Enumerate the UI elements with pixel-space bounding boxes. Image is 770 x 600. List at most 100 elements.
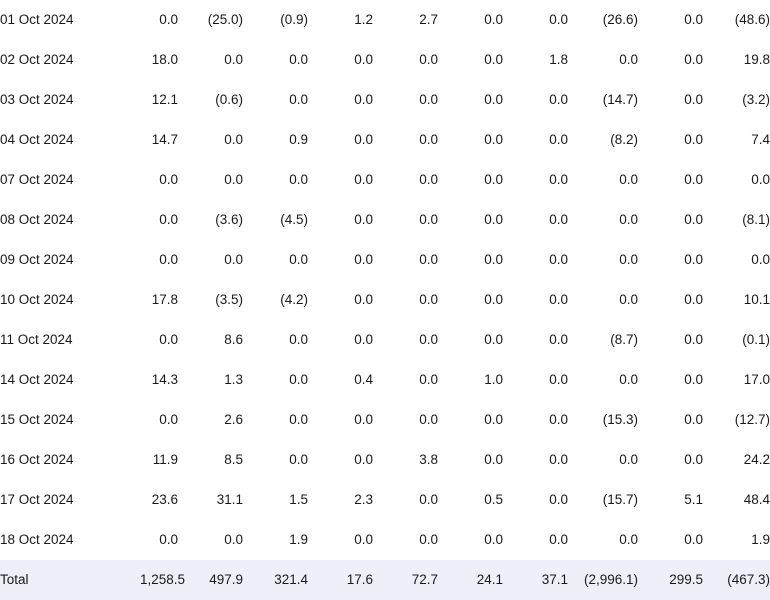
row-date-label: 08 Oct 2024 <box>0 212 74 227</box>
cell-value-col-6: 1.0 <box>484 372 503 387</box>
total-value-col-10: (467.3) <box>727 572 770 587</box>
table-body: 01 Oct 2024 0.0 (25.0) (0.9) 1.2 2.7 0.0 0.0 (26… <box>0 0 770 600</box>
cell-value-col-10: 17.0 <box>743 372 770 387</box>
cell-value-col-1: 0.0 <box>159 12 178 27</box>
cell-value-col-4: 0.0 <box>354 92 373 107</box>
cell-value-col-2: (3.5) <box>215 292 243 307</box>
cell-value-col-6: 0.0 <box>484 52 503 67</box>
cell-value-col-7: 0.0 <box>549 452 568 467</box>
cell-value-col-1: 0.0 <box>159 532 178 547</box>
cell-value-col-4: 0.0 <box>354 172 373 187</box>
cell-value-col-3: 1.9 <box>289 532 308 547</box>
cell-value-col-8: 0.0 <box>619 292 638 307</box>
cell-value-col-2: 1.3 <box>224 372 243 387</box>
cell-value-col-10: (0.1) <box>742 332 770 347</box>
cell-value-col-3: 0.0 <box>289 452 308 467</box>
cell-value-col-5: 0.0 <box>419 52 438 67</box>
cell-value-col-5: 0.0 <box>419 212 438 227</box>
cell-value-col-5: 0.0 <box>419 492 438 507</box>
cell-value-col-9: 0.0 <box>684 412 703 427</box>
total-label: Total <box>0 572 29 587</box>
cell-value-col-4: 0.0 <box>354 532 373 547</box>
cell-value-col-6: 0.0 <box>484 92 503 107</box>
cell-value-col-2: 2.6 <box>224 412 243 427</box>
cell-value-col-8: 0.0 <box>619 532 638 547</box>
cell-value-col-9: 0.0 <box>684 372 703 387</box>
cell-value-col-2: 0.0 <box>224 132 243 147</box>
row-date-label: 02 Oct 2024 <box>0 52 74 67</box>
cell-value-col-8: 0.0 <box>619 372 638 387</box>
cell-value-col-10: 24.2 <box>743 452 770 467</box>
row-date-label: 03 Oct 2024 <box>0 92 74 107</box>
cell-value-col-1: 11.9 <box>152 452 178 467</box>
cell-value-col-1: 0.0 <box>159 172 178 187</box>
cell-value-col-6: 0.0 <box>484 172 503 187</box>
row-date-label: 01 Oct 2024 <box>0 12 74 27</box>
total-value-col-7: 37.1 <box>541 572 568 587</box>
cell-value-col-2: (0.6) <box>215 92 243 107</box>
total-value-col-9: 299.5 <box>669 572 703 587</box>
cell-value-col-3: 0.0 <box>289 92 308 107</box>
cell-value-col-9: 0.0 <box>684 12 703 27</box>
cell-value-col-7: 0.0 <box>549 132 568 147</box>
table-row: 03 Oct 2024 12.1 (0.6) 0.0 0.0 0.0 0.0 0.0 (14.7… <box>0 80 770 120</box>
row-date-label: 11 Oct 2024 <box>0 332 73 347</box>
cell-value-col-5: 0.0 <box>419 292 438 307</box>
cell-value-col-5: 0.0 <box>419 172 438 187</box>
row-date-label: 07 Oct 2024 <box>0 172 74 187</box>
cell-value-col-7: 1.8 <box>549 52 568 67</box>
cell-value-col-3: 0.0 <box>289 252 308 267</box>
cell-value-col-3: 1.5 <box>289 492 308 507</box>
row-date-label: 16 Oct 2024 <box>0 452 74 467</box>
table-row: 04 Oct 2024 14.7 0.0 0.9 0.0 0.0 0.0 0.0 (8.2) 0.… <box>0 120 770 160</box>
cell-value-col-10: 1.9 <box>751 532 770 547</box>
cell-value-col-1: 23.6 <box>151 492 178 507</box>
table-row: 16 Oct 2024 11.9 8.5 0.0 0.0 3.8 0.0 0.0 0.0 0.0 2… <box>0 440 770 480</box>
cell-value-col-7: 0.0 <box>549 252 568 267</box>
total-value-col-3: 321.4 <box>274 572 308 587</box>
cell-value-col-4: 0.4 <box>354 372 373 387</box>
total-value-col-5: 72.7 <box>411 572 438 587</box>
cell-value-col-1: 18.0 <box>151 52 178 67</box>
cell-value-col-6: 0.5 <box>484 492 503 507</box>
cell-value-col-9: 0.0 <box>684 172 703 187</box>
cell-value-col-3: 0.0 <box>289 372 308 387</box>
cell-value-col-1: 0.0 <box>159 332 178 347</box>
cell-value-col-9: 0.0 <box>684 52 703 67</box>
table-row: 15 Oct 2024 0.0 2.6 0.0 0.0 0.0 0.0 0.0 (15.3) 0.… <box>0 400 770 440</box>
cell-value-col-1: 0.0 <box>159 212 178 227</box>
cell-value-col-7: 0.0 <box>549 492 568 507</box>
cell-value-col-9: 5.1 <box>684 492 703 507</box>
total-value-col-1: 1,258.5 <box>140 572 186 587</box>
total-value-col-8: (2,996.1) <box>583 572 638 587</box>
cell-value-col-8: 0.0 <box>619 212 638 227</box>
cell-value-col-9: 0.0 <box>684 292 703 307</box>
cell-value-col-2: (3.6) <box>215 212 243 227</box>
cell-value-col-6: 0.0 <box>484 132 503 147</box>
cell-value-col-8: (8.2) <box>610 132 638 147</box>
cell-value-col-6: 0.0 <box>484 12 503 27</box>
cell-value-col-8: (15.7) <box>602 492 638 507</box>
cell-value-col-8: (8.7) <box>610 332 638 347</box>
cell-value-col-3: (0.9) <box>280 12 308 27</box>
cell-value-col-4: 0.0 <box>354 412 373 427</box>
cell-value-col-4: 0.0 <box>354 132 373 147</box>
cell-value-col-5: 0.0 <box>419 92 438 107</box>
table-row: 11 Oct 2024 0.0 8.6 0.0 0.0 0.0 0.0 0.0 (8.7) 0.0… <box>0 320 770 360</box>
cell-value-col-9: 0.0 <box>684 532 703 547</box>
table-row: 09 Oct 2024 0.0 0.0 0.0 0.0 0.0 0.0 0.0 0.0 0.0 0.… <box>0 240 770 280</box>
cell-value-col-10: 0.0 <box>751 252 770 267</box>
cell-value-col-5: 0.0 <box>419 372 438 387</box>
cell-value-col-1: 14.7 <box>151 132 178 147</box>
cell-value-col-5: 0.0 <box>419 532 438 547</box>
cell-value-col-5: 2.7 <box>419 12 438 27</box>
table-total-row: Total 1,258.5 497.9 321.4 17.6 72.7 24.1 37.1 (2… <box>0 560 770 600</box>
cell-value-col-4: 0.0 <box>354 452 373 467</box>
cell-value-col-7: 0.0 <box>549 292 568 307</box>
cell-value-col-10: 48.4 <box>743 492 770 507</box>
cell-value-col-5: 3.8 <box>419 452 438 467</box>
cell-value-col-2: 0.0 <box>224 172 243 187</box>
cell-value-col-2: 0.0 <box>224 252 243 267</box>
table-row: 18 Oct 2024 0.0 0.0 1.9 0.0 0.0 0.0 0.0 0.0 0.0 1.… <box>0 520 770 560</box>
cell-value-col-10: (8.1) <box>742 212 770 227</box>
